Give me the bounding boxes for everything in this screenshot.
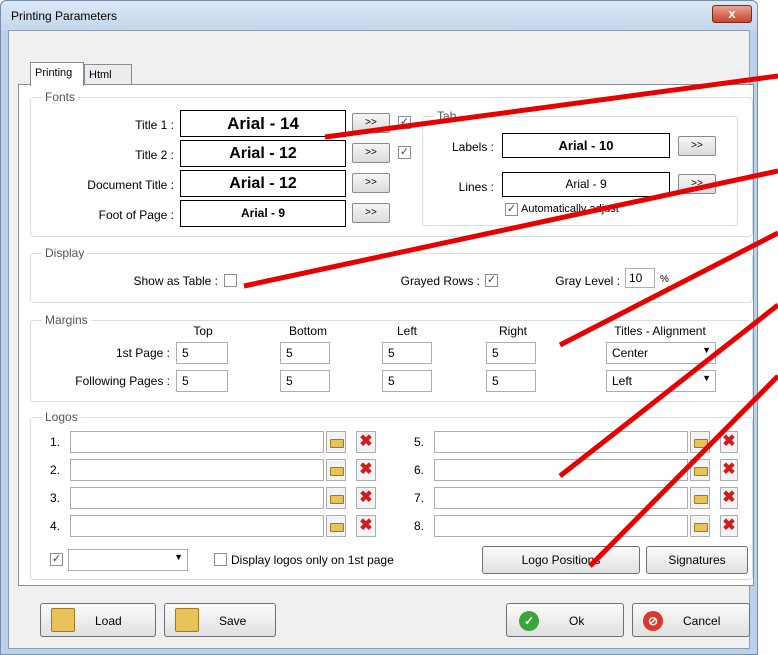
annotation-overlay — [243, 73, 778, 568]
annotation-arrow-5 — [588, 374, 778, 568]
annotation-arrow-1 — [324, 73, 778, 140]
annotation-arrow-2 — [243, 168, 778, 289]
tab-printing-label: Printing — [35, 67, 73, 79]
tab-printing[interactable]: Printing — [30, 62, 84, 86]
